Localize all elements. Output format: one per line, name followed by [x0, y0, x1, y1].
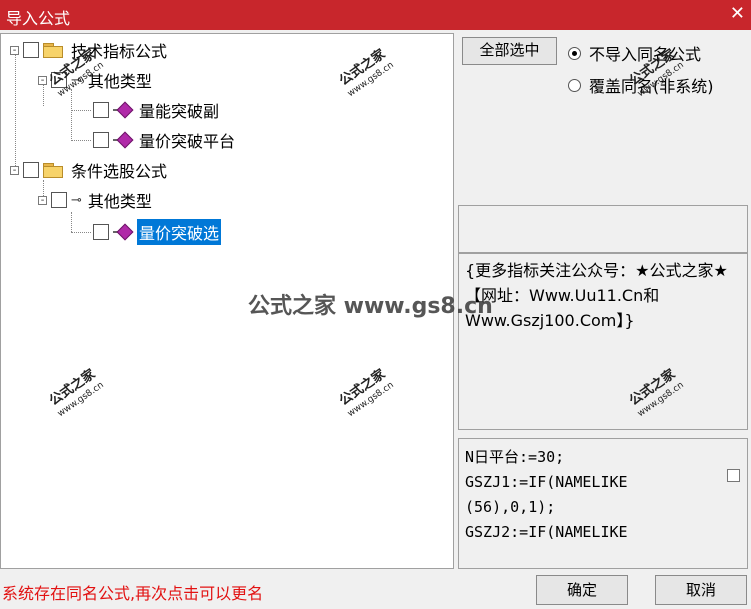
collapse-icon[interactable]: - — [38, 75, 47, 85]
node-label: 量价突破选 — [137, 219, 222, 245]
key-icon: ⊸ — [71, 72, 82, 88]
key-icon: ⊸ — [71, 192, 82, 208]
node-label: 其他类型 — [87, 192, 152, 211]
code-line: N日平台:=30; — [465, 448, 565, 466]
formula-icon — [113, 133, 131, 147]
select-all-button[interactable]: 全部选中 — [462, 37, 557, 65]
tree-node-formula[interactable]: 量能突破副 — [93, 98, 221, 122]
node-checkbox[interactable] — [93, 132, 109, 148]
formula-icon — [113, 103, 131, 117]
node-label: 条件选股公式 — [71, 162, 168, 181]
node-checkbox[interactable] — [93, 102, 109, 118]
tree-connector — [71, 232, 91, 233]
tree-node-tech-indicators[interactable]: - 技术指标公式 — [10, 38, 169, 62]
tree-node-formula-selected[interactable]: 量价突破选 — [93, 219, 222, 245]
code-line: GSZJ1:=IF(NAMELIKE — [465, 473, 628, 491]
node-label: 量价突破平台 — [139, 132, 236, 151]
collapse-icon[interactable]: - — [10, 165, 19, 175]
node-checkbox[interactable] — [93, 224, 109, 240]
tree-node-formula[interactable]: 量价突破平台 — [93, 128, 237, 152]
folder-icon — [43, 43, 63, 58]
node-checkbox[interactable] — [51, 72, 67, 88]
radio-overwrite[interactable]: 覆盖同名(非系统) — [568, 73, 714, 97]
window-title: 导入公式 — [6, 9, 71, 28]
formula-tree[interactable]: - 技术指标公式 - ⊸ 其他类型 量能突破副 量价突破平台 - 条件选股公式 … — [0, 33, 454, 569]
node-checkbox[interactable] — [51, 192, 67, 208]
code-line: (56),0,1); — [465, 498, 556, 516]
formula-description: {更多指标关注公众号：★公式之家★ 【网址：Www.Uu11.Cn和Www.Gs… — [465, 261, 728, 330]
status-message: 系统存在同名公式,再次点击可以更名 — [2, 584, 264, 603]
tree-node-other-types[interactable]: - ⊸ 其他类型 — [38, 188, 154, 212]
code-checkbox[interactable] — [727, 469, 740, 482]
radio-label: 不导入同名公式 — [589, 45, 702, 64]
tree-node-other-types[interactable]: - ⊸ 其他类型 — [38, 68, 154, 92]
radio-label: 覆盖同名(非系统) — [589, 77, 714, 96]
node-label: 技术指标公式 — [71, 42, 168, 61]
node-checkbox[interactable] — [23, 42, 39, 58]
tree-connector — [71, 140, 91, 141]
collapse-icon[interactable]: - — [10, 45, 19, 55]
cancel-button[interactable]: 取消 — [655, 575, 747, 605]
tree-node-stock-selection[interactable]: - 条件选股公式 — [10, 158, 169, 182]
code-line: GSZJ2:=IF(NAMELIKE — [465, 523, 628, 541]
radio-selected-icon[interactable] — [568, 46, 581, 60]
radio-no-import[interactable]: 不导入同名公式 — [568, 41, 701, 65]
node-label: 量能突破副 — [139, 102, 220, 121]
radio-unselected-icon[interactable] — [568, 78, 581, 92]
formula-icon — [113, 225, 131, 239]
tree-connector — [71, 89, 72, 141]
folder-icon — [43, 163, 63, 178]
tree-connector — [71, 212, 72, 232]
node-checkbox[interactable] — [23, 162, 39, 178]
tree-connector — [15, 54, 16, 174]
collapse-icon[interactable]: - — [38, 195, 47, 205]
node-label: 其他类型 — [87, 72, 152, 91]
title-bar: 导入公式 ✕ — [0, 0, 751, 30]
info-box — [458, 205, 748, 253]
formula-code: N日平台:=30; GSZJ1:=IF(NAMELIKE (56),0,1); GSZ… — [465, 445, 715, 545]
close-icon[interactable]: ✕ — [730, 3, 745, 24]
ok-button[interactable]: 确定 — [536, 575, 628, 605]
tree-connector — [71, 110, 91, 111]
